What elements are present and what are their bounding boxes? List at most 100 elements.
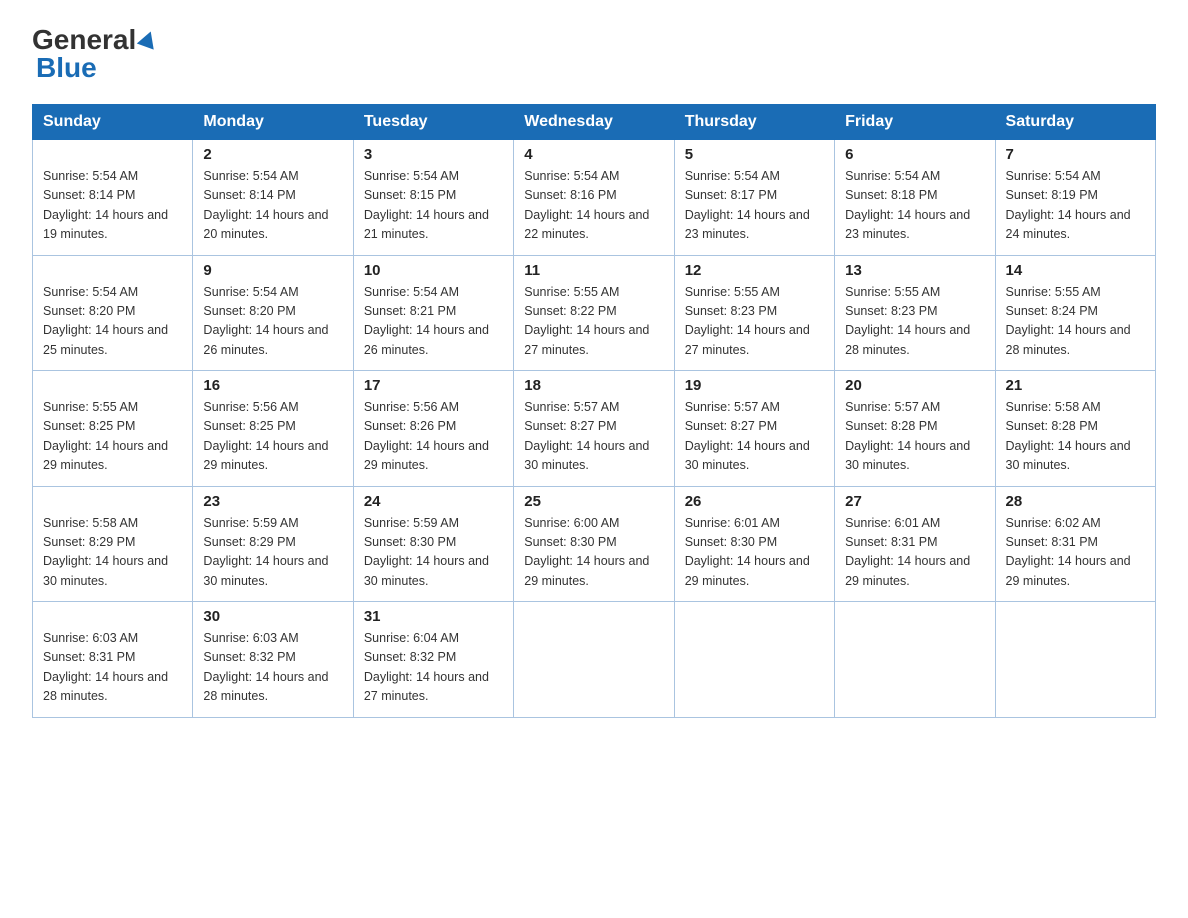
day-info: Sunrise: 5:57 AM Sunset: 8:27 PM Dayligh…	[524, 398, 663, 476]
calendar-cell: 17 Sunrise: 5:56 AM Sunset: 8:26 PM Dayl…	[353, 371, 513, 487]
day-info: Sunrise: 5:54 AM Sunset: 8:17 PM Dayligh…	[685, 167, 824, 245]
day-info: Sunrise: 5:54 AM Sunset: 8:15 PM Dayligh…	[364, 167, 503, 245]
calendar-cell: 26 Sunrise: 6:01 AM Sunset: 8:30 PM Dayl…	[674, 486, 834, 602]
day-number: 30	[203, 608, 342, 625]
day-info: Sunrise: 5:59 AM Sunset: 8:30 PM Dayligh…	[364, 514, 503, 592]
calendar-cell: 18 Sunrise: 5:57 AM Sunset: 8:27 PM Dayl…	[514, 371, 674, 487]
day-info: Sunrise: 5:57 AM Sunset: 8:28 PM Dayligh…	[845, 398, 984, 476]
day-info: Sunrise: 5:54 AM Sunset: 8:19 PM Dayligh…	[1006, 167, 1145, 245]
day-number: 31	[364, 608, 503, 625]
day-info: Sunrise: 6:00 AM Sunset: 8:30 PM Dayligh…	[524, 514, 663, 592]
weekday-header-thursday: Thursday	[674, 105, 834, 140]
day-info: Sunrise: 5:54 AM Sunset: 8:16 PM Dayligh…	[524, 167, 663, 245]
day-number: 10	[364, 262, 503, 279]
weekday-header-wednesday: Wednesday	[514, 105, 674, 140]
day-number: 22	[43, 493, 182, 510]
calendar-cell	[995, 602, 1155, 718]
day-number: 12	[685, 262, 824, 279]
calendar-cell: 10 Sunrise: 5:54 AM Sunset: 8:21 PM Dayl…	[353, 255, 513, 371]
day-number: 26	[685, 493, 824, 510]
day-info: Sunrise: 5:58 AM Sunset: 8:28 PM Dayligh…	[1006, 398, 1145, 476]
calendar-cell: 11 Sunrise: 5:55 AM Sunset: 8:22 PM Dayl…	[514, 255, 674, 371]
week-row-5: 29 Sunrise: 6:03 AM Sunset: 8:31 PM Dayl…	[33, 602, 1156, 718]
day-info: Sunrise: 6:01 AM Sunset: 8:31 PM Dayligh…	[845, 514, 984, 592]
weekday-header-friday: Friday	[835, 105, 995, 140]
weekday-header-sunday: Sunday	[33, 105, 193, 140]
day-info: Sunrise: 6:01 AM Sunset: 8:30 PM Dayligh…	[685, 514, 824, 592]
calendar-cell: 1 Sunrise: 5:54 AM Sunset: 8:14 PM Dayli…	[33, 140, 193, 256]
calendar-cell: 19 Sunrise: 5:57 AM Sunset: 8:27 PM Dayl…	[674, 371, 834, 487]
day-number: 13	[845, 262, 984, 279]
day-info: Sunrise: 6:03 AM Sunset: 8:31 PM Dayligh…	[43, 629, 182, 707]
day-number: 25	[524, 493, 663, 510]
day-info: Sunrise: 5:54 AM Sunset: 8:18 PM Dayligh…	[845, 167, 984, 245]
week-row-4: 22 Sunrise: 5:58 AM Sunset: 8:29 PM Dayl…	[33, 486, 1156, 602]
calendar-cell: 21 Sunrise: 5:58 AM Sunset: 8:28 PM Dayl…	[995, 371, 1155, 487]
day-number: 6	[845, 146, 984, 163]
calendar-cell	[835, 602, 995, 718]
day-number: 8	[43, 262, 182, 279]
day-number: 21	[1006, 377, 1145, 394]
day-info: Sunrise: 5:59 AM Sunset: 8:29 PM Dayligh…	[203, 514, 342, 592]
calendar-cell: 29 Sunrise: 6:03 AM Sunset: 8:31 PM Dayl…	[33, 602, 193, 718]
calendar-cell: 20 Sunrise: 5:57 AM Sunset: 8:28 PM Dayl…	[835, 371, 995, 487]
day-number: 16	[203, 377, 342, 394]
logo-triangle-icon	[137, 28, 159, 49]
weekday-header-row: SundayMondayTuesdayWednesdayThursdayFrid…	[33, 105, 1156, 140]
day-number: 7	[1006, 146, 1145, 163]
day-info: Sunrise: 5:55 AM Sunset: 8:25 PM Dayligh…	[43, 398, 182, 476]
calendar-cell: 2 Sunrise: 5:54 AM Sunset: 8:14 PM Dayli…	[193, 140, 353, 256]
day-number: 17	[364, 377, 503, 394]
day-number: 1	[43, 146, 182, 163]
page-header: General Blue	[32, 24, 1156, 84]
logo: General Blue	[32, 24, 157, 84]
calendar-cell: 23 Sunrise: 5:59 AM Sunset: 8:29 PM Dayl…	[193, 486, 353, 602]
day-number: 5	[685, 146, 824, 163]
day-info: Sunrise: 5:56 AM Sunset: 8:26 PM Dayligh…	[364, 398, 503, 476]
calendar-cell: 28 Sunrise: 6:02 AM Sunset: 8:31 PM Dayl…	[995, 486, 1155, 602]
calendar-cell: 24 Sunrise: 5:59 AM Sunset: 8:30 PM Dayl…	[353, 486, 513, 602]
day-info: Sunrise: 5:55 AM Sunset: 8:23 PM Dayligh…	[685, 283, 824, 361]
day-info: Sunrise: 5:57 AM Sunset: 8:27 PM Dayligh…	[685, 398, 824, 476]
day-info: Sunrise: 6:03 AM Sunset: 8:32 PM Dayligh…	[203, 629, 342, 707]
calendar-cell	[514, 602, 674, 718]
day-number: 3	[364, 146, 503, 163]
day-number: 20	[845, 377, 984, 394]
day-info: Sunrise: 5:54 AM Sunset: 8:21 PM Dayligh…	[364, 283, 503, 361]
day-number: 2	[203, 146, 342, 163]
calendar-cell: 16 Sunrise: 5:56 AM Sunset: 8:25 PM Dayl…	[193, 371, 353, 487]
calendar-cell: 3 Sunrise: 5:54 AM Sunset: 8:15 PM Dayli…	[353, 140, 513, 256]
day-info: Sunrise: 5:54 AM Sunset: 8:14 PM Dayligh…	[203, 167, 342, 245]
calendar-cell: 27 Sunrise: 6:01 AM Sunset: 8:31 PM Dayl…	[835, 486, 995, 602]
day-info: Sunrise: 5:55 AM Sunset: 8:23 PM Dayligh…	[845, 283, 984, 361]
week-row-3: 15 Sunrise: 5:55 AM Sunset: 8:25 PM Dayl…	[33, 371, 1156, 487]
weekday-header-tuesday: Tuesday	[353, 105, 513, 140]
calendar-cell: 4 Sunrise: 5:54 AM Sunset: 8:16 PM Dayli…	[514, 140, 674, 256]
day-info: Sunrise: 6:02 AM Sunset: 8:31 PM Dayligh…	[1006, 514, 1145, 592]
calendar-cell: 12 Sunrise: 5:55 AM Sunset: 8:23 PM Dayl…	[674, 255, 834, 371]
calendar-cell: 30 Sunrise: 6:03 AM Sunset: 8:32 PM Dayl…	[193, 602, 353, 718]
day-info: Sunrise: 5:55 AM Sunset: 8:22 PM Dayligh…	[524, 283, 663, 361]
day-number: 27	[845, 493, 984, 510]
day-number: 24	[364, 493, 503, 510]
day-info: Sunrise: 6:04 AM Sunset: 8:32 PM Dayligh…	[364, 629, 503, 707]
calendar-cell: 7 Sunrise: 5:54 AM Sunset: 8:19 PM Dayli…	[995, 140, 1155, 256]
weekday-header-saturday: Saturday	[995, 105, 1155, 140]
calendar-cell: 9 Sunrise: 5:54 AM Sunset: 8:20 PM Dayli…	[193, 255, 353, 371]
day-number: 15	[43, 377, 182, 394]
day-number: 11	[524, 262, 663, 279]
week-row-2: 8 Sunrise: 5:54 AM Sunset: 8:20 PM Dayli…	[33, 255, 1156, 371]
day-number: 4	[524, 146, 663, 163]
day-number: 18	[524, 377, 663, 394]
calendar-table: SundayMondayTuesdayWednesdayThursdayFrid…	[32, 104, 1156, 718]
calendar-cell: 14 Sunrise: 5:55 AM Sunset: 8:24 PM Dayl…	[995, 255, 1155, 371]
day-info: Sunrise: 5:54 AM Sunset: 8:20 PM Dayligh…	[43, 283, 182, 361]
day-info: Sunrise: 5:55 AM Sunset: 8:24 PM Dayligh…	[1006, 283, 1145, 361]
calendar-cell: 8 Sunrise: 5:54 AM Sunset: 8:20 PM Dayli…	[33, 255, 193, 371]
calendar-cell	[674, 602, 834, 718]
calendar-cell: 31 Sunrise: 6:04 AM Sunset: 8:32 PM Dayl…	[353, 602, 513, 718]
day-number: 23	[203, 493, 342, 510]
calendar-cell: 22 Sunrise: 5:58 AM Sunset: 8:29 PM Dayl…	[33, 486, 193, 602]
day-number: 14	[1006, 262, 1145, 279]
day-number: 19	[685, 377, 824, 394]
